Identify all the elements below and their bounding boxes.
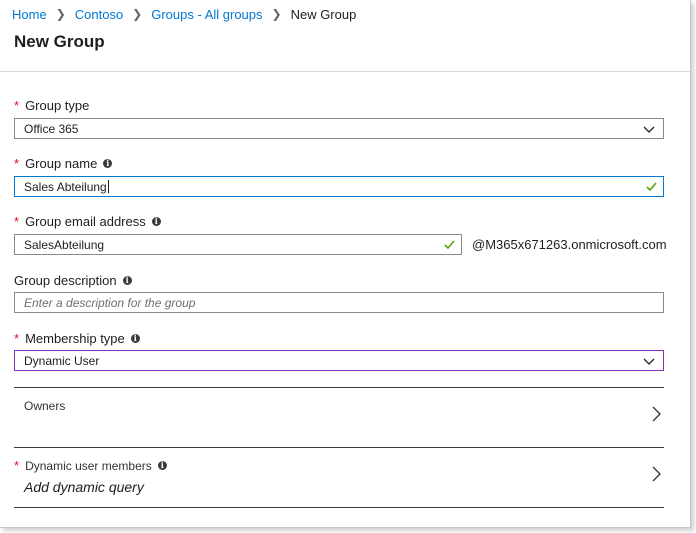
group-email-label-text: Group email address xyxy=(25,214,146,229)
group-email-input[interactable]: SalesAbteilung xyxy=(14,234,462,255)
info-icon[interactable]: i xyxy=(122,276,132,285)
group-description-input[interactable]: Enter a description for the group xyxy=(14,292,664,313)
dynamic-members-label-text: Dynamic user members xyxy=(25,458,152,473)
chevron-down-icon xyxy=(643,126,655,133)
text-cursor xyxy=(107,180,109,193)
breadcrumb-separator-icon: ❯ xyxy=(271,7,282,21)
required-marker: * xyxy=(14,458,20,473)
section-divider xyxy=(14,507,664,508)
info-icon[interactable]: i xyxy=(130,334,140,343)
group-type-label: * Group type xyxy=(14,98,89,113)
group-name-label-text: Group name xyxy=(25,156,98,171)
group-name-value: Sales Abteilung xyxy=(24,179,107,194)
group-email-value: SalesAbteilung xyxy=(24,237,105,252)
breadcrumb-home[interactable]: Home xyxy=(12,7,47,22)
title-divider xyxy=(0,71,690,72)
group-email-label: * Group email address i xyxy=(14,214,161,229)
new-group-blade: Home ❯ Contoso ❯ Groups - All groups ❯ N… xyxy=(0,0,691,528)
add-dynamic-query-link[interactable]: Add dynamic query xyxy=(24,479,144,495)
required-marker: * xyxy=(14,98,20,113)
group-description-placeholder: Enter a description for the group xyxy=(24,295,196,310)
breadcrumb-separator-icon: ❯ xyxy=(132,7,143,21)
breadcrumb: Home ❯ Contoso ❯ Groups - All groups ❯ N… xyxy=(12,5,356,23)
group-type-value: Office 365 xyxy=(24,121,79,136)
group-type-label-text: Group type xyxy=(25,98,90,113)
chevron-right-icon xyxy=(652,406,661,422)
chevron-down-icon xyxy=(643,358,655,365)
required-marker: * xyxy=(14,156,20,171)
owners-row[interactable]: Owners xyxy=(14,388,664,446)
dynamic-members-row[interactable]: * Dynamic user members i xyxy=(14,448,664,506)
group-description-label: Group description i xyxy=(14,273,132,288)
info-icon[interactable]: i xyxy=(103,159,113,168)
membership-type-value: Dynamic User xyxy=(24,353,100,368)
required-marker: * xyxy=(14,331,20,346)
required-marker: * xyxy=(14,214,20,229)
owners-label: Owners xyxy=(24,399,66,413)
breadcrumb-separator-icon: ❯ xyxy=(55,7,66,21)
membership-type-label-text: Membership type xyxy=(25,331,125,346)
breadcrumb-current: New Group xyxy=(290,6,357,22)
breadcrumb-contoso[interactable]: Contoso xyxy=(75,7,123,22)
email-domain-suffix: @M365x671263.onmicrosoft.com xyxy=(472,237,667,252)
group-description-label-text: Group description xyxy=(14,273,117,288)
group-name-label: * Group name i xyxy=(14,156,113,171)
group-type-dropdown[interactable]: Office 365 xyxy=(14,118,664,139)
info-icon[interactable]: i xyxy=(151,217,161,226)
info-icon[interactable]: i xyxy=(157,461,167,470)
chevron-right-icon xyxy=(652,466,661,482)
breadcrumb-groups[interactable]: Groups - All groups xyxy=(151,7,262,22)
checkmark-icon xyxy=(646,182,657,192)
checkmark-icon xyxy=(444,240,455,250)
group-name-input[interactable]: Sales Abteilung xyxy=(14,176,664,197)
page-title: New Group xyxy=(14,32,105,51)
membership-type-dropdown[interactable]: Dynamic User xyxy=(14,350,664,371)
membership-type-label: * Membership type i xyxy=(14,331,140,346)
dynamic-members-label: * Dynamic user members i xyxy=(14,458,167,473)
